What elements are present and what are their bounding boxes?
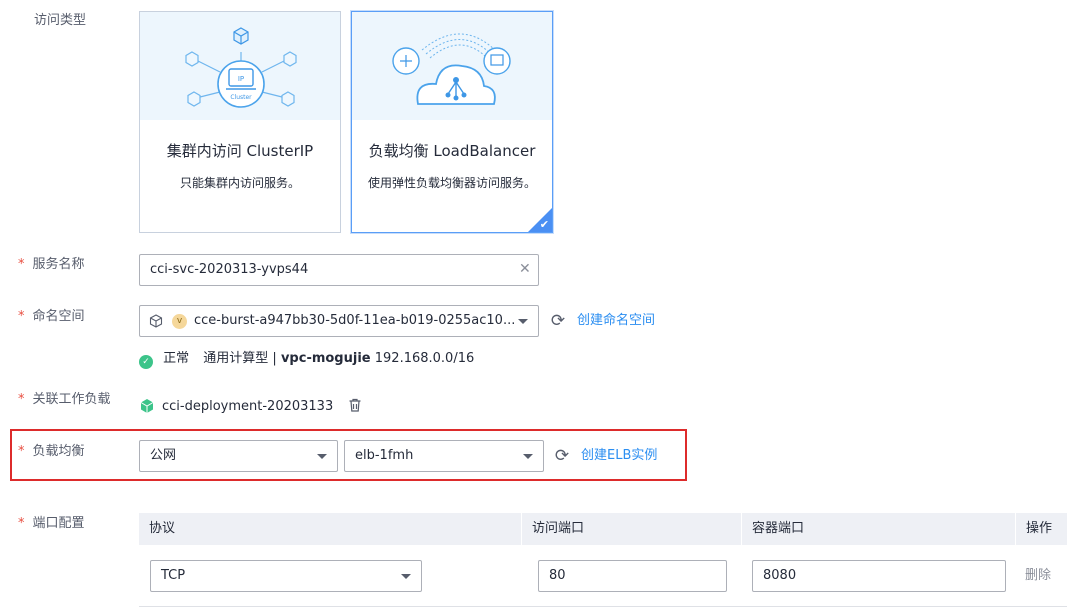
elb-select[interactable]: elb-1fmh	[344, 440, 544, 472]
cloud-loadbalancer-icon	[392, 33, 511, 105]
card-clusterip[interactable]: IP Cluster 集群内访问 ClusterIP 只能集群内访问服务。	[139, 11, 341, 233]
refresh-icon[interactable]: ⟳	[553, 447, 571, 465]
svg-text:Cluster: Cluster	[230, 94, 252, 101]
chevron-down-icon	[523, 454, 533, 459]
close-icon[interactable]: ✕	[519, 260, 531, 278]
chevron-down-icon	[317, 454, 327, 459]
row-divider	[139, 606, 1067, 607]
column-separator	[741, 513, 742, 545]
chevron-down-icon	[401, 574, 411, 579]
refresh-icon[interactable]: ⟳	[549, 312, 567, 330]
card-clusterip-title: 集群内访问 ClusterIP	[166, 142, 314, 160]
workload-cube-icon	[140, 399, 154, 413]
access-type-label: 访问类型	[34, 13, 87, 28]
status-ok-icon: ✓	[139, 355, 153, 369]
card-loadbalancer[interactable]: 负载均衡 LoadBalancer 使用弹性负载均衡器访问服务。 ✔	[351, 11, 553, 233]
column-header-protocol: 协议	[139, 513, 522, 545]
network-type-select[interactable]: 公网	[139, 440, 338, 472]
container-port-input[interactable]: 8080	[752, 560, 1006, 592]
namespace-select[interactable]: v cce-burst-a947bb30-5d0f-11ea-b019-0255…	[139, 305, 539, 337]
card-loadbalancer-title: 负载均衡 LoadBalancer	[368, 142, 536, 160]
namespace-status: ✓ 正常 通用计算型 | vpc-mogujie 192.168.0.0/16	[139, 350, 474, 369]
trash-icon[interactable]	[348, 398, 362, 412]
clusterip-illustration: IP Cluster	[140, 12, 340, 120]
workload-label: * 关联工作负载	[18, 392, 111, 407]
ports-label: * 端口配置	[18, 516, 85, 531]
loadbalancer-illustration	[352, 12, 552, 120]
create-namespace-link[interactable]: 创建命名空间	[577, 312, 655, 330]
check-icon: ✔	[539, 218, 549, 231]
create-elb-link[interactable]: 创建ELB实例	[581, 447, 657, 465]
card-loadbalancer-desc: 使用弹性负载均衡器访问服务。	[367, 176, 536, 190]
column-separator	[521, 513, 522, 545]
svg-text:IP: IP	[238, 75, 244, 83]
delete-row-link[interactable]: 删除	[1025, 567, 1051, 585]
workload-name: cci-deployment-20203133	[162, 399, 334, 414]
column-separator	[1015, 513, 1016, 545]
load-balancer-label: * 负载均衡	[18, 444, 85, 459]
version-badge-icon: v	[172, 314, 187, 329]
access-port-input[interactable]: 80	[538, 560, 727, 592]
cluster-network-icon: IP Cluster	[185, 27, 297, 108]
column-header-container-port: 容器端口	[742, 513, 1016, 545]
column-header-access-port: 访问端口	[522, 513, 742, 545]
cube-icon	[149, 314, 163, 328]
protocol-select[interactable]: TCP	[150, 560, 422, 592]
column-header-action: 操作	[1016, 513, 1067, 545]
service-name-input[interactable]: cci-svc-2020313-yvps44	[139, 254, 539, 286]
namespace-label: * 命名空间	[18, 309, 85, 324]
chevron-down-icon	[518, 319, 528, 324]
card-clusterip-desc: 只能集群内访问服务。	[179, 176, 300, 190]
service-name-label: * 服务名称	[18, 257, 85, 272]
